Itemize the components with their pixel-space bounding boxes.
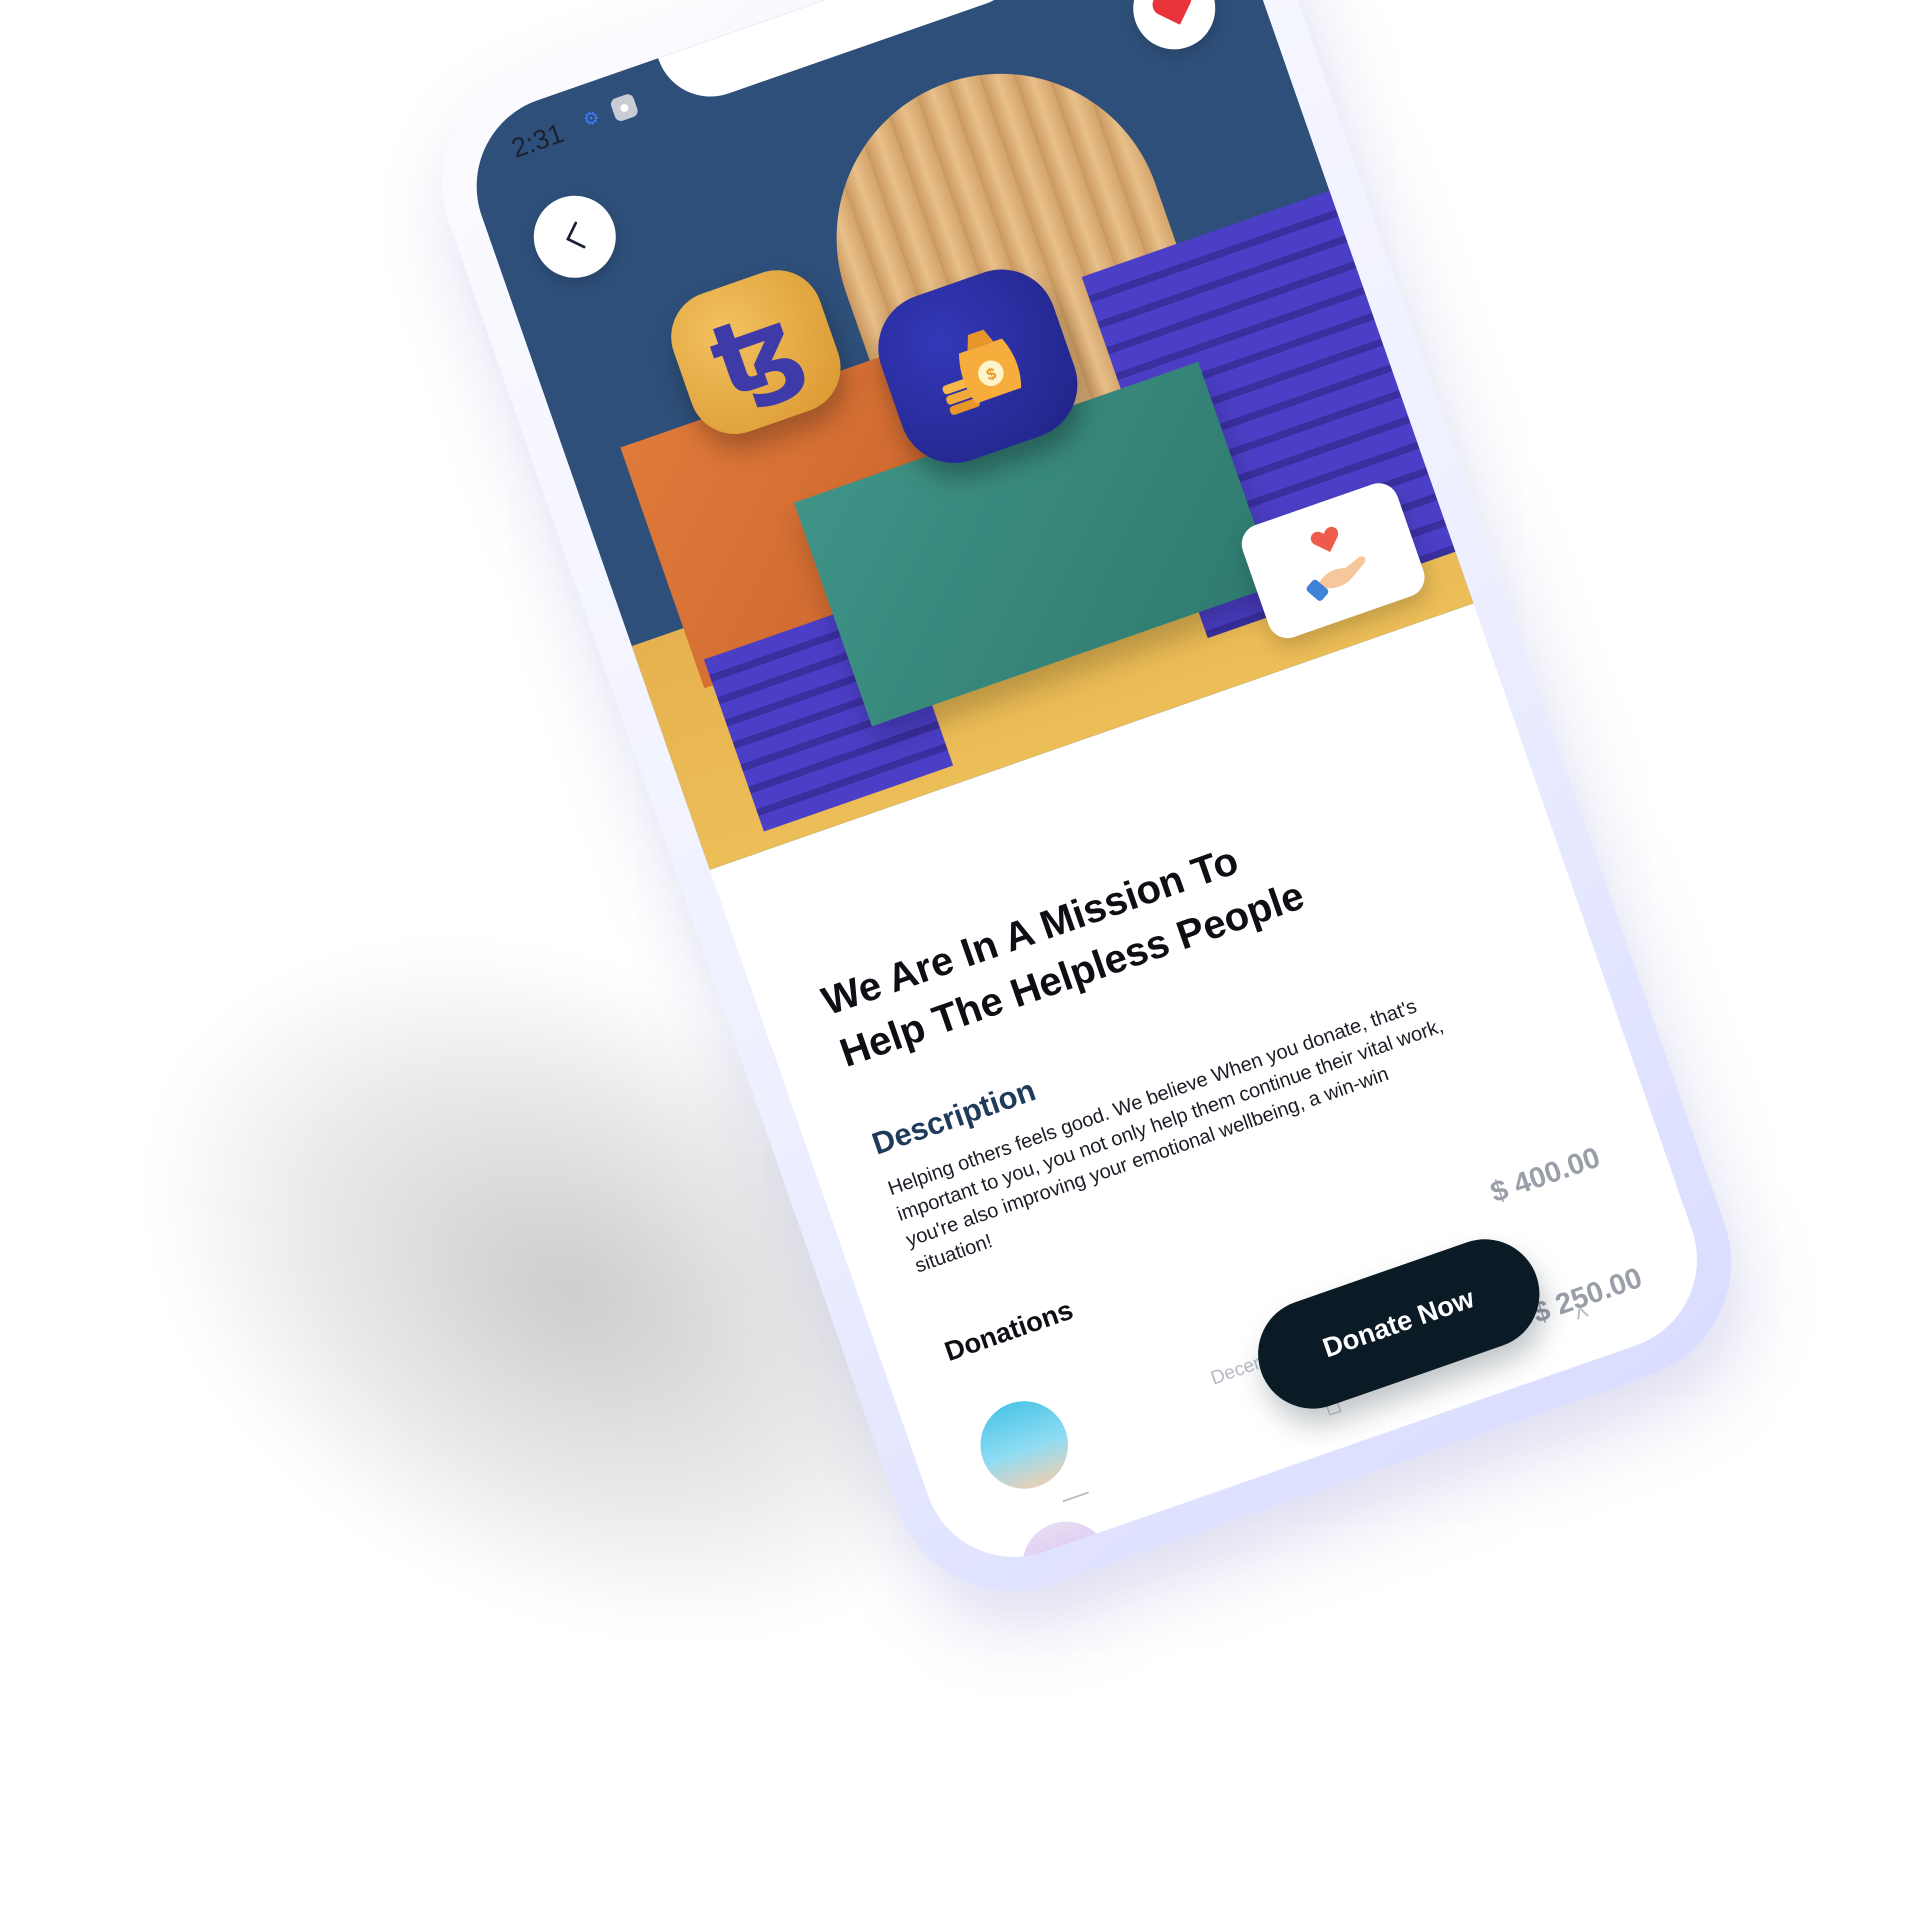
status-time: 2:31 (507, 118, 568, 165)
app-notification-icon: ● (609, 92, 640, 123)
favorite-button[interactable] (1122, 0, 1227, 61)
status-icons: ⚙ ● (577, 92, 640, 135)
nav-back-icon[interactable]: ^ (1572, 1302, 1594, 1335)
mockup-stage: 2:31 ⚙ ● 4G ꜩ (0, 0, 1920, 1920)
donations-heading: Donations (940, 1294, 1077, 1368)
page-title: We Are In A Mission To Help The Helpless… (816, 838, 1310, 1076)
settings-icon: ⚙ (580, 106, 603, 132)
back-button[interactable] (522, 184, 627, 289)
mission-content: We Are In A Mission To Help The Helpless… (815, 750, 1572, 1279)
donation-amount: $ 400.00 (1486, 1140, 1605, 1209)
chevron-left-icon (566, 221, 586, 249)
hand-heart-icon (1306, 526, 1366, 601)
heart-icon (1152, 0, 1192, 25)
